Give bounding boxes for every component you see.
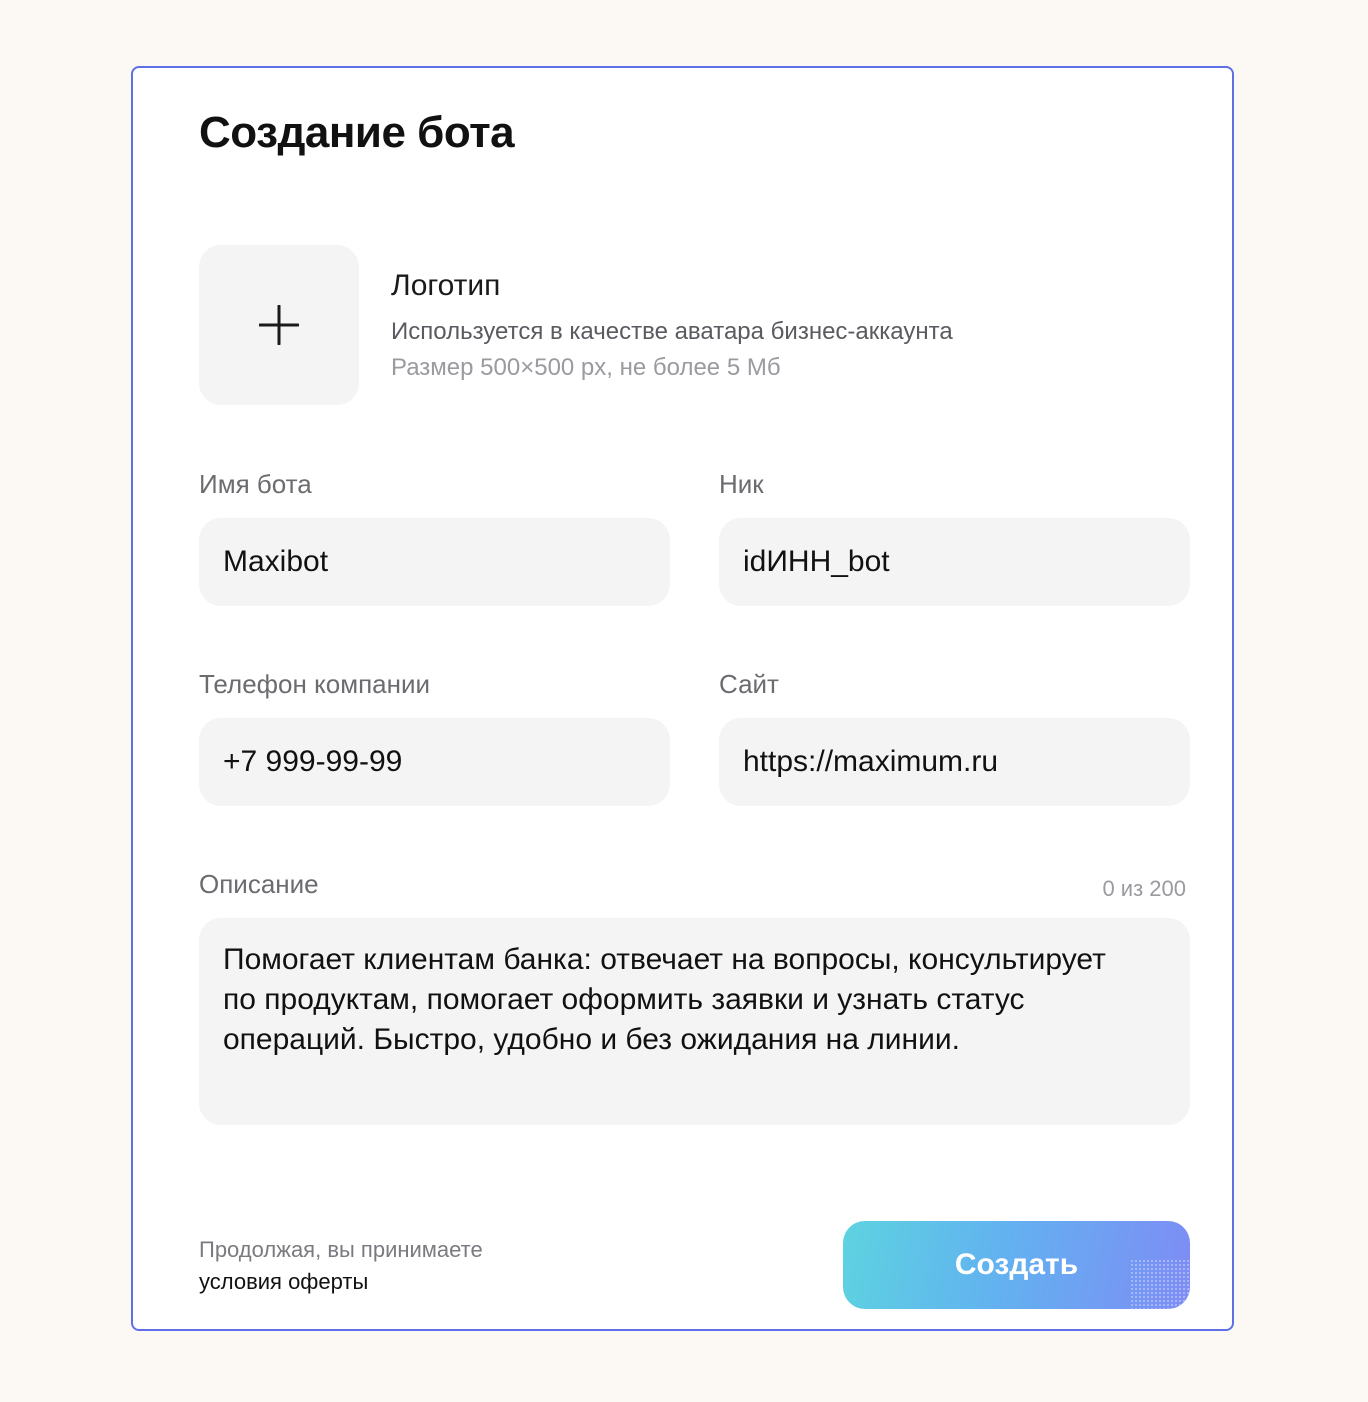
nick-input[interactable]: idИНН_bot — [719, 518, 1190, 606]
bot-name-input[interactable]: Maxibot — [199, 518, 670, 606]
description-label: Описание — [199, 869, 319, 899]
logo-upload-button[interactable] — [199, 245, 359, 405]
terms-text: Продолжая, вы принимаете — [199, 1237, 483, 1262]
logo-size-hint: Размер 500×500 px, не более 5 Мб — [391, 354, 781, 381]
create-button-label: Создать — [954, 1248, 1079, 1281]
description-counter: 0 из 200 — [1102, 876, 1186, 901]
site-input[interactable]: https://maximum.ru — [719, 718, 1190, 806]
bot-name-label: Имя бота — [199, 469, 312, 499]
nick-label: Ник — [719, 469, 764, 499]
site-label: Сайт — [719, 669, 779, 699]
page-title: Создание бота — [199, 108, 515, 157]
create-button[interactable]: Создать — [843, 1221, 1190, 1309]
plus-icon — [259, 305, 299, 345]
button-texture — [1130, 1259, 1190, 1309]
logo-title: Логотип — [391, 269, 501, 302]
create-bot-card: Создание бота Логотип Используется в кач… — [131, 66, 1234, 1331]
logo-description: Используется в качестве аватара бизнес-а… — [391, 318, 953, 345]
terms-link[interactable]: условия оферты — [199, 1267, 368, 1297]
phone-label: Телефон компании — [199, 669, 431, 699]
phone-input[interactable]: +7 999-99-99 — [199, 718, 670, 806]
description-textarea[interactable]: Помогает клиентам банка: отвечает на воп… — [199, 918, 1190, 1125]
